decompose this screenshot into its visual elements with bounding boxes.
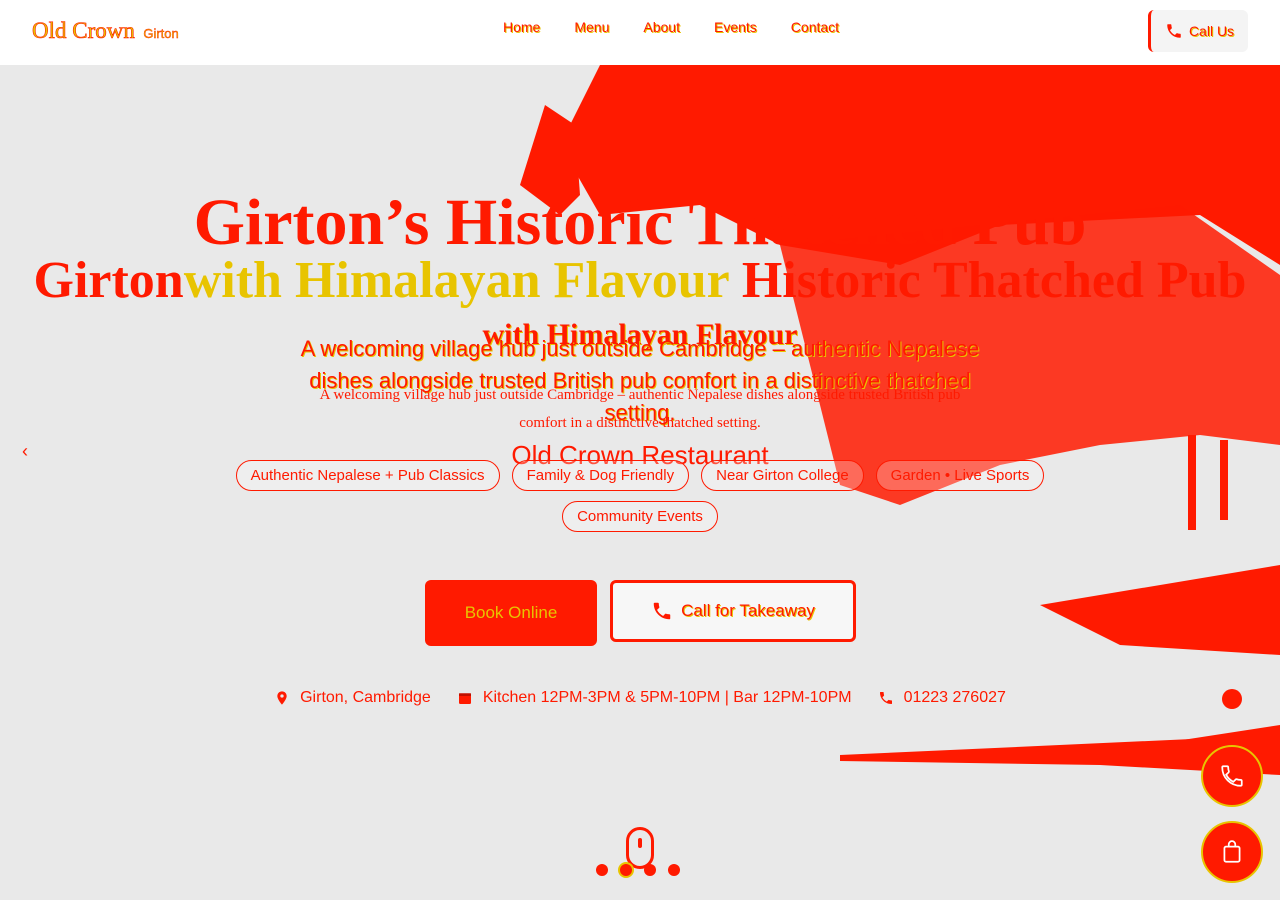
phone-text: 01223 276027 — [903, 689, 1006, 706]
location-text: Girton, Cambridge — [300, 689, 431, 706]
call-us-button[interactable]: Call Us — [1148, 10, 1248, 52]
hero-title: Girton’s Historic Thatched Pub — [193, 186, 1087, 259]
call-takeaway-button[interactable]: Call for Takeaway — [610, 580, 856, 642]
call-us-label: Call Us — [1188, 23, 1235, 39]
hero-title-repeat-a: Girton — [33, 252, 184, 309]
shopping-bag-icon — [1223, 840, 1241, 863]
info-location: Girton, Cambridge — [274, 689, 431, 707]
tag-events: Community Events — [562, 501, 718, 532]
phone-icon — [1167, 24, 1181, 38]
feature-tags: Authentic Nepalese + Pub Classics Family… — [200, 460, 1080, 532]
floating-order-button[interactable] — [1201, 821, 1263, 883]
tag-college: Near Girton College — [701, 460, 864, 491]
phone-icon — [1221, 765, 1243, 787]
hero-title-repeat: Girtonwith Himalayan Flavour Historic Th… — [0, 255, 1280, 307]
phone-icon — [879, 692, 892, 704]
nav-home[interactable]: Home — [503, 19, 540, 35]
slider-dot-1[interactable] — [596, 864, 608, 876]
info-bar: Girton, Cambridge Kitchen 12PM-3PM & 5PM… — [0, 689, 1280, 707]
nav-events[interactable]: Events — [714, 19, 757, 35]
hours-text: Kitchen 12PM-3PM & 5PM-10PM | Bar 12PM-1… — [482, 689, 852, 706]
phone-icon — [653, 602, 671, 620]
nav-menu[interactable]: Menu — [574, 19, 609, 35]
slider-dot-3[interactable] — [644, 864, 656, 876]
info-phone[interactable]: 01223 276027 — [878, 689, 1006, 707]
hero-title-repeat-c: Historic Thatched Pub — [741, 252, 1247, 309]
nav-about[interactable]: About — [643, 19, 680, 35]
slider-prev-arrow[interactable]: ‹ — [22, 441, 28, 462]
mouse-scroll-icon[interactable] — [626, 827, 654, 869]
nav-contact[interactable]: Contact — [791, 19, 839, 35]
site-header: Old Crown Girton Home Menu About Events … — [0, 0, 1280, 65]
call-takeaway-label: Call for Takeaway — [681, 601, 815, 620]
brand-name: Old Crown — [32, 18, 135, 44]
info-hours: Kitchen 12PM-3PM & 5PM-10PM | Bar 12PM-1… — [457, 689, 852, 707]
tag-nepalese: Authentic Nepalese + Pub Classics — [235, 460, 500, 491]
decorative-dot — [1222, 689, 1242, 709]
hero-title-repeat-b: with Himalayan Flavour — [183, 252, 729, 309]
brand-location: Girton — [143, 26, 179, 41]
map-pin-icon — [277, 691, 287, 705]
main-nav: Home Menu About Events Contact — [486, 19, 856, 35]
calendar-icon — [458, 693, 471, 704]
slider-dot-2[interactable] — [620, 864, 632, 876]
tag-family: Family & Dog Friendly — [511, 460, 690, 491]
floating-call-button[interactable] — [1201, 745, 1263, 807]
tag-garden: Garden • Live Sports — [875, 460, 1045, 491]
slider-dot-4[interactable] — [668, 864, 680, 876]
hero-description-repeat: A welcoming village hub just outside Cam… — [319, 387, 961, 431]
book-online-button[interactable]: Book Online — [425, 580, 597, 646]
slider-dots — [596, 864, 680, 876]
brand-logo[interactable]: Old Crown Girton — [32, 18, 179, 44]
